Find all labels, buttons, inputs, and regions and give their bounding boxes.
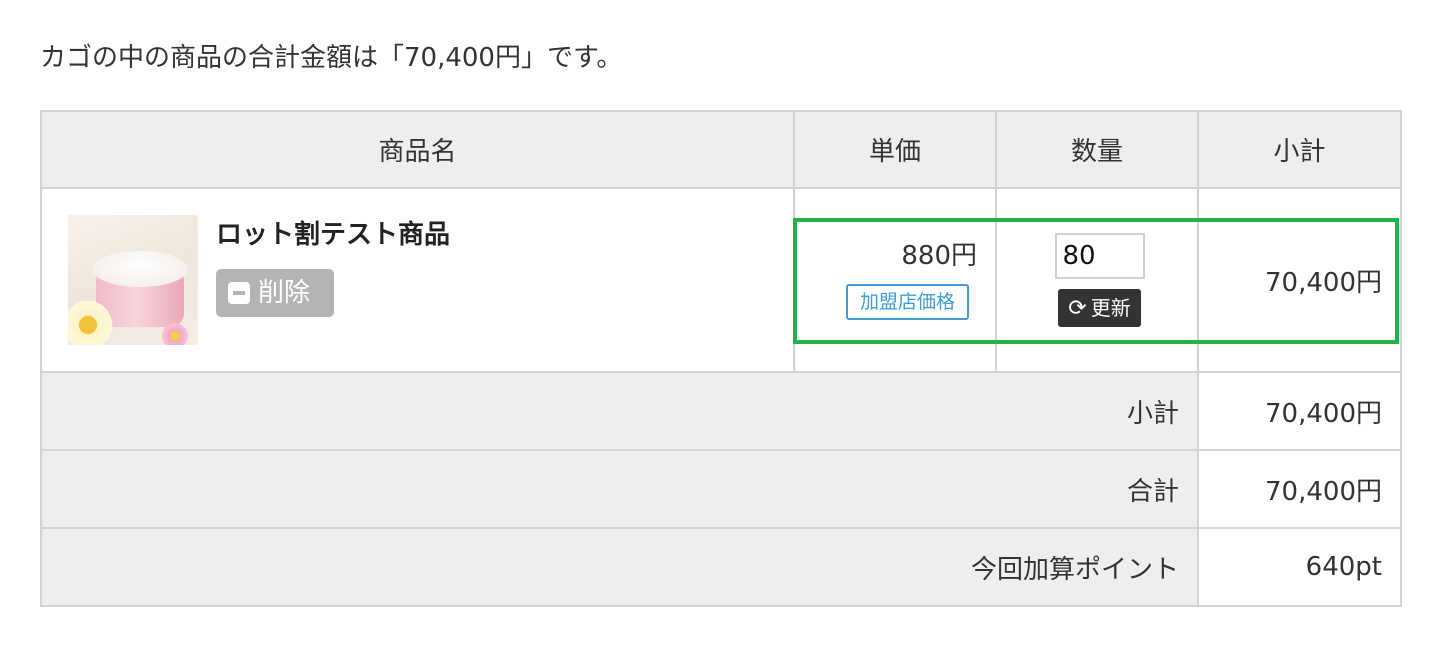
delete-label: 削除 [258, 278, 311, 308]
quantity-cell: ⟳更新 [995, 187, 1199, 373]
cart-header-row: 商品名 単価 数量 小計 [40, 110, 1402, 189]
subtotal-row: 小計 70,400円 [40, 371, 1402, 451]
points-row: 今回加算ポイント 640pt [40, 527, 1402, 607]
product-cell: ロット割テスト商品 削除 [40, 187, 795, 373]
minus-square-icon [228, 282, 250, 304]
header-unit-price: 単価 [793, 110, 997, 189]
quantity-input[interactable] [1054, 233, 1145, 279]
header-quantity: 数量 [995, 110, 1199, 189]
cart-summary-text: カゴの中の商品の合計金額は「70,400円」です。 [40, 43, 623, 73]
flower-shape-small [160, 321, 190, 345]
update-label: 更新 [1090, 296, 1131, 320]
total-value: 70,400円 [1197, 449, 1402, 529]
delete-button[interactable]: 削除 [216, 269, 334, 317]
header-product-name: 商品名 [40, 110, 795, 189]
cart-item-row: ロット割テスト商品 削除 880円 加盟店価格 ⟳更新 70,400円 [40, 187, 1402, 373]
unit-price: 880円 [901, 241, 977, 271]
item-subtotal: 70,400円 [1197, 187, 1402, 373]
points-label: 今回加算ポイント [40, 527, 1199, 607]
update-button[interactable]: ⟳ 更新 [1058, 289, 1141, 327]
product-thumbnail[interactable] [68, 215, 198, 345]
total-label: 合計 [40, 449, 1199, 529]
refresh-icon: ⟳ [1068, 296, 1087, 321]
total-row: 合計 70,400円 [40, 449, 1402, 529]
cream-shape [92, 251, 188, 287]
subtotal-label: 小計 [40, 371, 1199, 451]
subtotal-value: 70,400円 [1197, 371, 1402, 451]
header-subtotal: 小計 [1197, 110, 1402, 189]
product-name[interactable]: ロット割テスト商品 [216, 215, 450, 255]
cart-table: 商品名 単価 数量 小計 ロット割テスト商品 削除 880円 加盟店価格 ⟳更新 [40, 110, 1402, 607]
member-price-badge: 加盟店価格 [845, 284, 969, 320]
points-value: 640pt [1197, 527, 1402, 607]
unit-price-cell: 880円 加盟店価格 [793, 187, 997, 373]
